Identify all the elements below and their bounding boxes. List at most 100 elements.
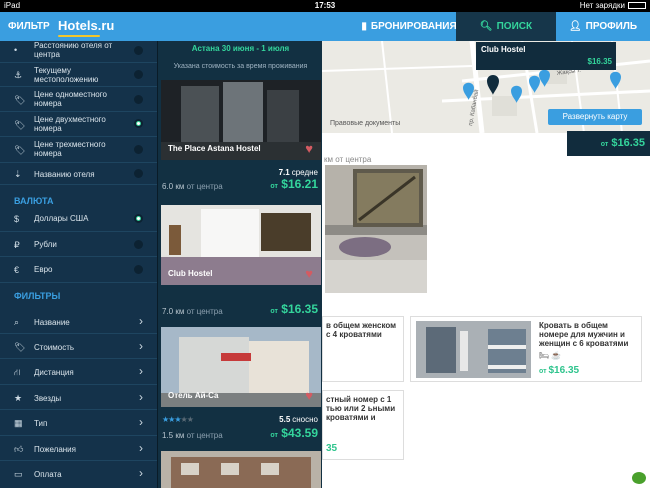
user-icon: 👤︎ [568,21,582,32]
chevron-right-icon: › [139,364,143,378]
search-icon: ⌕ [14,317,20,327]
filter-item[interactable]: ▭ Оплата › [0,461,157,488]
currency-option[interactable]: € Евро [0,257,157,283]
expand-map-button[interactable]: Развернуть карту [548,109,642,125]
rating-score: 5.5 [279,415,291,424]
rating-score: 7.1 [278,168,290,177]
hotel-card[interactable]: Club Hostel ♥ 7.0 км от центра от $16.35 [160,205,321,319]
currency-radio[interactable] [134,240,143,249]
filter-label: Название [34,318,70,327]
sort-option[interactable]: • Расстоянию отеля от центра [0,41,157,63]
sort-radio[interactable] [134,169,143,178]
price-prefix: от [600,141,609,148]
filter-item[interactable]: ⌕ Название › [0,309,157,334]
logo-underline [58,35,100,37]
sort-option[interactable]: ⇣ Названию отеля [0,163,157,185]
distance-value: 6.0 км [162,182,185,191]
map-tooltip[interactable]: Club Hostel $16.35 [476,42,616,70]
distance-value: 7.0 км [162,307,185,316]
heart-icon[interactable]: ♥ [305,388,313,403]
chevron-right-icon: › [139,390,143,404]
room-card[interactable]: в общем женском с 4 кроватями [322,316,404,382]
legal-link[interactable]: Правовые документы [330,120,400,127]
status-bar: iPad 17:53 Нет зарядки [0,0,650,12]
filter-button[interactable]: ФИЛЬТР [8,21,50,32]
hotel-price: от $16.35 [270,302,318,316]
filter-label: Дистанция [34,368,74,377]
chevron-right-icon: › [139,466,143,480]
hotel-card[interactable]: The Place Astana Hostel ♥ 7.1 средне 6.0 … [160,80,321,194]
price-prefix: от [270,432,278,439]
ruble-icon: ₽ [14,240,20,250]
sort-option[interactable]: ⚓︎ Текущему местоположению [0,63,157,87]
filter-sidebar: • Расстоянию отеля от центра ⚓︎ Текущему… [0,41,157,488]
sort-radio[interactable] [134,145,143,154]
sort-option-label: Цене двухместного номера [34,115,106,133]
currency-radio[interactable] [134,265,143,274]
hotel-distance: 6.0 км от центра [162,182,223,191]
anchor-icon: ⚓︎ [14,70,23,80]
sort-option-label: Цене трехместного номера [34,140,106,158]
hotel-name: The Place Astana Hostel [168,144,261,153]
price-prefix: от [270,308,278,315]
profile-button[interactable]: 👤︎ ПРОФИЛЬ [556,12,650,41]
distance-suffix: от центра [186,307,223,316]
sort-radio[interactable] [134,46,143,55]
location-icon: • [14,45,18,55]
sort-option-label: Названию отеля [34,170,95,179]
filter-item[interactable]: 🏷︎ Стоимость › [0,334,157,359]
price-tag-icon: 🏷︎ [14,120,26,130]
room-card[interactable]: стный номер с 1 тью или 2 ьными кроватям… [322,390,404,460]
distance-suffix: от центра [186,431,223,440]
dollar-icon: $ [14,214,20,224]
search-icon: 🔍︎ [479,21,493,32]
hotel-distance: 7.0 км от центра [162,307,223,316]
charging-label: Нет зарядки [579,1,625,10]
rating-word: сносно [292,415,318,424]
star-icon: ★ [14,393,23,403]
chevron-right-icon: › [139,314,143,328]
stay-dates: Астана 30 июня - 1 июля [191,44,290,53]
filter-label: Тип [34,419,48,428]
building-icon: ▦ [14,418,23,428]
sort-radio-selected[interactable] [134,119,143,128]
filter-item[interactable]: ⛙ Дистанция › [0,359,157,385]
road-icon: ⛙ [14,367,21,377]
map-tooltip-name: Club Hostel [481,45,526,54]
room-card[interactable]: Кровать в общем номере для мужчин и женщ… [410,316,642,382]
price-tag-icon: 🏷︎ [14,95,26,105]
hotel-card[interactable] [160,451,321,488]
sort-option[interactable]: 🏷︎ Цене двухместного номера [0,112,157,137]
currency-option[interactable]: $ Доллары США [0,206,157,232]
filter-item[interactable]: 👍︎ Пожелания › [0,436,157,461]
hotel-card[interactable]: Отель Ай-Са ♥ ★★★★★ 5.5 сносно 1.5 км от … [160,327,321,441]
hotel-price: от $43.59 [270,426,318,440]
sort-radio[interactable] [134,95,143,104]
sort-option[interactable]: 🏷︎ Цене одноместного номера [0,87,157,112]
chevron-right-icon: › [139,415,143,429]
sort-option[interactable]: 🏷︎ Цене трехместного номера [0,137,157,163]
bookings-button[interactable]: ▮ БРОНИРОВАНИЯ [361,12,456,41]
hotel-photo [161,451,321,488]
credit-card-icon: ▭ [14,469,23,479]
filter-item[interactable]: ▦ Тип › [0,410,157,436]
sort-option-label: Расстоянию отеля от центра [34,41,113,59]
thumbs-up-icon: 👍︎ [14,444,24,454]
filters-title: ФИЛЬТРЫ [14,291,61,301]
currency-option[interactable]: ₽ Рубли [0,232,157,257]
heart-icon[interactable]: ♥ [305,141,313,156]
chevron-right-icon: › [139,339,143,353]
sort-radio[interactable] [134,70,143,79]
filter-item[interactable]: ★ Звезды › [0,385,157,410]
distance-value: 1.5 км [162,431,185,440]
price-value: $16.21 [281,177,318,191]
sort-option-label: Текущему местоположению [34,66,99,84]
search-button[interactable]: 🔍︎ ПОИСК [456,12,556,41]
hotel-photo[interactable] [325,165,427,293]
room-price: от $16.35 [539,365,580,376]
currency-radio-selected[interactable] [134,214,143,223]
currency-label: Рубли [34,240,57,249]
heart-icon[interactable]: ♥ [305,266,313,281]
filter-label: Звезды [34,394,62,403]
filter-label: Пожелания [34,445,76,454]
